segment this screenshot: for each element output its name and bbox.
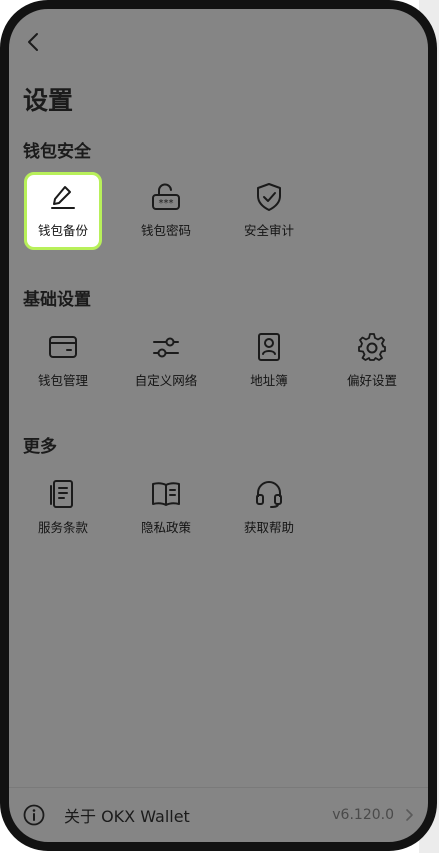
back-button[interactable] <box>23 29 43 55</box>
document-icon <box>50 480 73 508</box>
item-label: 偏好设置 <box>346 373 397 388</box>
item-label: 获取帮助 <box>243 520 294 535</box>
section-heading-wallet-security: 钱包安全 <box>23 142 91 162</box>
custom-network-button[interactable]: 自定义网络 <box>127 322 205 400</box>
gear-icon <box>358 333 386 361</box>
about-label: 关于 OKX Wallet <box>64 807 190 826</box>
security-audit-button[interactable]: 安全审计 <box>230 172 308 250</box>
headset-icon <box>256 481 282 508</box>
item-label: 自定义网络 <box>134 373 198 388</box>
address-book-button[interactable]: 地址簿 <box>230 322 308 400</box>
wallet-backup-button[interactable]: 钱包备份 <box>24 172 102 250</box>
section-heading-basic-settings: 基础设置 <box>23 290 91 310</box>
svg-text:***: *** <box>159 198 174 209</box>
item-label: 钱包密码 <box>140 223 191 238</box>
unlock-password-icon: *** <box>152 183 180 210</box>
item-label: 服务条款 <box>37 520 88 535</box>
pencil-icon <box>51 186 75 209</box>
chevron-left-icon <box>28 33 38 51</box>
page-title: 设置 <box>23 86 74 115</box>
footer-divider <box>9 787 428 788</box>
item-label: 钱包管理 <box>37 373 88 388</box>
item-label: 隐私政策 <box>140 520 191 535</box>
item-label: 安全审计 <box>243 223 294 238</box>
phone-frame: 设置 钱包安全 钱包备份 *** 钱包密码 安全审计 基础设置 钱包管理 自定义… <box>0 0 437 851</box>
about-row[interactable]: 关于 OKX Wallet v6.120.0 <box>23 797 414 833</box>
info-icon <box>23 804 45 826</box>
get-help-button[interactable]: 获取帮助 <box>230 469 308 547</box>
wallet-icon <box>49 336 77 358</box>
chevron-right-icon <box>406 809 413 821</box>
wallet-management-button[interactable]: 钱包管理 <box>24 322 102 400</box>
version-text: v6.120.0 <box>332 807 394 823</box>
book-icon <box>152 482 180 506</box>
address-book-icon <box>258 333 280 361</box>
section-heading-more: 更多 <box>23 437 57 457</box>
item-label: 钱包备份 <box>37 223 88 238</box>
terms-of-service-button[interactable]: 服务条款 <box>24 469 102 547</box>
wallet-password-button[interactable]: *** 钱包密码 <box>127 172 205 250</box>
shield-check-icon <box>257 183 281 211</box>
item-label: 地址簿 <box>250 373 288 388</box>
sliders-icon <box>153 337 179 358</box>
preferences-button[interactable]: 偏好设置 <box>333 322 411 400</box>
privacy-policy-button[interactable]: 隐私政策 <box>127 469 205 547</box>
